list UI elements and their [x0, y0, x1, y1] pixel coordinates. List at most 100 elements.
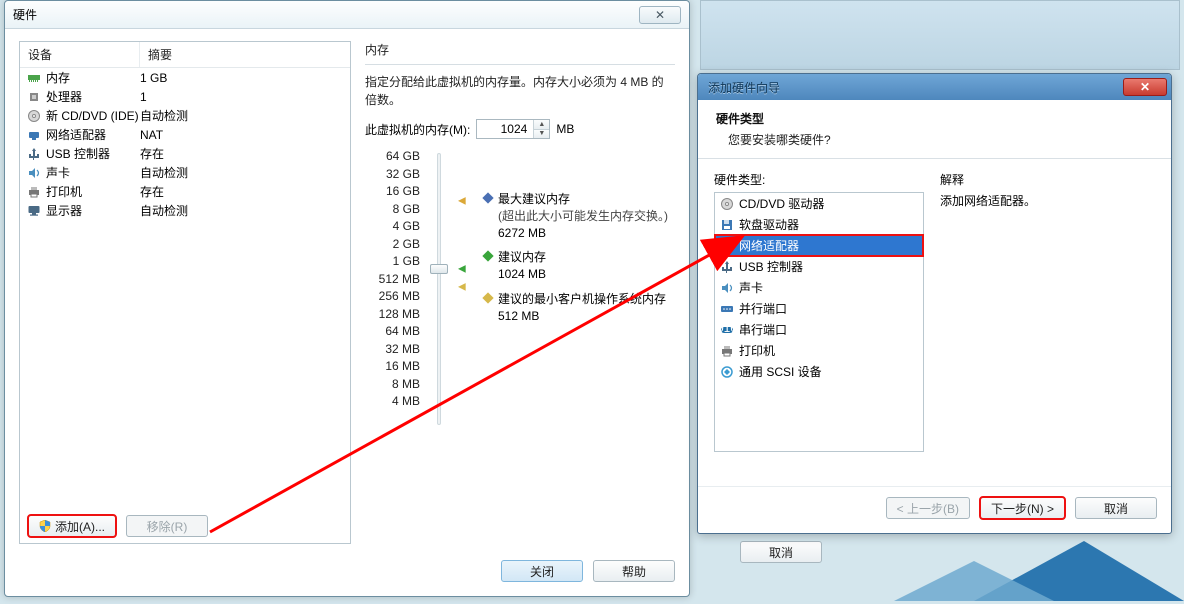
- uac-shield-icon: [39, 520, 51, 532]
- floppy-icon: [719, 218, 735, 232]
- hwtype-item-label: CD/DVD 驱动器: [739, 195, 824, 212]
- device-row[interactable]: USB 控制器 存在: [20, 144, 350, 163]
- device-name: USB 控制器: [46, 145, 110, 162]
- back-button: < 上一步(B): [886, 497, 970, 519]
- device-summary: 存在: [140, 145, 344, 162]
- min-marker-icon: ◀: [458, 282, 466, 293]
- hwtype-item-label: 串行端口: [739, 321, 787, 338]
- device-list-panel: 设备 摘要 内存1 GB处理器1新 CD/DVD (IDE)自动检测网络适配器N…: [19, 41, 351, 544]
- wizard-header-bold: 硬件类型: [716, 110, 1157, 127]
- cpu-icon: [26, 90, 42, 104]
- memory-stepper[interactable]: ▲ ▼: [476, 119, 550, 139]
- min-legend-icon: [482, 292, 493, 303]
- usb-icon: [719, 260, 735, 274]
- add-hardware-wizard: 添加硬件向导 ✕ 硬件类型 您要安装哪类硬件? 硬件类型: CD/DVD 驱动器…: [697, 73, 1172, 534]
- column-summary[interactable]: 摘要: [140, 42, 350, 67]
- slider-tick-label: 64 MB: [365, 324, 420, 338]
- rec-legend-value: 1024 MB: [498, 266, 546, 283]
- device-row[interactable]: 新 CD/DVD (IDE)自动检测: [20, 106, 350, 125]
- min-legend-value: 512 MB: [498, 308, 666, 325]
- memory-description: 指定分配给此虚拟机的内存量。内存大小必须为 4 MB 的倍数。: [365, 73, 675, 109]
- rec-legend-icon: [482, 251, 493, 262]
- hwtype-item[interactable]: USB 控制器: [715, 256, 923, 277]
- device-name: 显示器: [46, 202, 82, 219]
- device-name: 打印机: [46, 183, 82, 200]
- hardware-close-button[interactable]: ✕: [639, 6, 681, 24]
- slider-tick-label: 4 GB: [365, 219, 420, 233]
- wizard-close-button[interactable]: ✕: [1123, 78, 1167, 96]
- behind-cancel-button[interactable]: 取消: [740, 541, 822, 563]
- max-legend-title: 最大建议内存: [498, 191, 668, 208]
- memory-input[interactable]: [477, 120, 533, 138]
- device-summary: NAT: [140, 128, 344, 142]
- device-name: 新 CD/DVD (IDE): [46, 107, 139, 124]
- max-marker-icon: ◀: [458, 196, 466, 207]
- device-row[interactable]: 网络适配器 NAT: [20, 125, 350, 144]
- memory-spin-up[interactable]: ▲: [534, 120, 549, 130]
- add-button[interactable]: 添加(A)...: [28, 515, 116, 537]
- printer-icon: [26, 185, 42, 199]
- device-row[interactable]: 打印机存在: [20, 182, 350, 201]
- close-icon: ✕: [1140, 80, 1150, 94]
- hardware-titlebar[interactable]: 硬件 ✕: [5, 1, 689, 29]
- hardware-title: 硬件: [13, 6, 37, 23]
- device-name: 处理器: [46, 88, 82, 105]
- hwtype-item-label: 并行端口: [739, 300, 787, 317]
- memory-spin-down[interactable]: ▼: [534, 130, 549, 139]
- memory-unit: MB: [556, 122, 574, 136]
- hwtype-item[interactable]: 打印机: [715, 340, 923, 361]
- device-name: 网络适配器: [46, 126, 106, 143]
- device-row[interactable]: 显示器自动检测: [20, 201, 350, 220]
- slider-tick-label: 512 MB: [365, 272, 420, 286]
- hwtype-item[interactable]: 010 串行端口: [715, 319, 923, 340]
- hwtype-item[interactable]: 并行端口: [715, 298, 923, 319]
- memory-field-label: 此虚拟机的内存(M):: [365, 121, 470, 138]
- memory-icon: [26, 71, 42, 85]
- explain-text: 添加网络适配器。: [940, 192, 1155, 209]
- close-button[interactable]: 关闭: [501, 560, 583, 582]
- cd-icon: [719, 197, 735, 211]
- slider-tick-label: 64 GB: [365, 149, 420, 163]
- slider-tick-label: 16 MB: [365, 359, 420, 373]
- slider-tick-label: 8 GB: [365, 202, 420, 216]
- add-button-label: 添加(A)...: [55, 518, 105, 535]
- scsi-icon: [719, 365, 735, 379]
- cd-icon: [26, 109, 42, 123]
- device-summary: 1: [140, 90, 344, 104]
- cancel-button[interactable]: 取消: [1075, 497, 1157, 519]
- hwtype-item[interactable]: 网络适配器: [715, 235, 923, 256]
- device-row[interactable]: 内存1 GB: [20, 68, 350, 87]
- hwtype-item[interactable]: 软盘驱动器: [715, 214, 923, 235]
- parallel-icon: [719, 302, 735, 316]
- network-icon: [719, 239, 735, 253]
- svg-text:010: 010: [720, 323, 734, 335]
- device-summary: 自动检测: [140, 164, 344, 181]
- column-device[interactable]: 设备: [20, 42, 140, 67]
- hardware-dialog: 硬件 ✕ 设备 摘要 内存1 GB处理器1新 CD/DVD (IDE)自动检测网…: [4, 0, 690, 597]
- hwtype-label: 硬件类型:: [714, 171, 924, 188]
- help-button[interactable]: 帮助: [593, 560, 675, 582]
- display-icon: [26, 204, 42, 218]
- serial-icon: 010: [719, 323, 735, 337]
- hwtype-list[interactable]: CD/DVD 驱动器软盘驱动器网络适配器 USB 控制器声卡并行端口 010 串行端口…: [714, 192, 924, 452]
- wizard-header-sub: 您要安装哪类硬件?: [716, 131, 1157, 148]
- rec-legend-title: 建议内存: [498, 249, 546, 266]
- sound-icon: [719, 281, 735, 295]
- printer-icon: [719, 344, 735, 358]
- hwtype-item[interactable]: 通用 SCSI 设备: [715, 361, 923, 382]
- next-button[interactable]: 下一步(N) >: [980, 497, 1065, 519]
- hwtype-item-label: 网络适配器: [739, 237, 799, 254]
- slider-tick-label: 2 GB: [365, 237, 420, 251]
- hwtype-item[interactable]: CD/DVD 驱动器: [715, 193, 923, 214]
- memory-slider[interactable]: [428, 149, 450, 429]
- device-summary: 1 GB: [140, 71, 344, 85]
- device-row[interactable]: 声卡自动检测: [20, 163, 350, 182]
- wizard-titlebar[interactable]: 添加硬件向导 ✕: [698, 74, 1171, 100]
- device-row[interactable]: 处理器 1: [20, 87, 350, 106]
- slider-tick-label: 32 MB: [365, 342, 420, 356]
- wizard-title: 添加硬件向导: [708, 79, 780, 96]
- network-icon: [26, 128, 42, 142]
- max-legend-icon: [482, 192, 493, 203]
- hwtype-item[interactable]: 声卡: [715, 277, 923, 298]
- hwtype-item-label: 软盘驱动器: [739, 216, 799, 233]
